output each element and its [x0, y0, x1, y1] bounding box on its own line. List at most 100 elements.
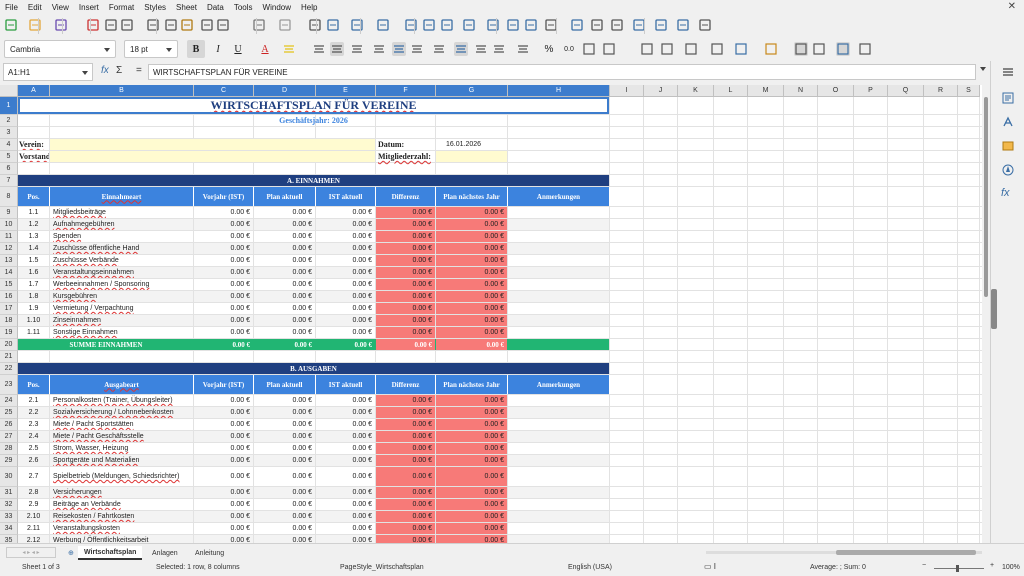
menu-view[interactable]: View	[52, 3, 69, 12]
item-name[interactable]: Werbeeinnahmen / Sponsoring	[50, 279, 193, 290]
header-footer-icon[interactable]	[610, 18, 624, 32]
row-header-13[interactable]: 13	[0, 255, 18, 267]
row-header-8[interactable]: 8	[0, 187, 18, 207]
expense-header-2[interactable]: Vorjahr (IST)	[194, 375, 254, 394]
row-header-25[interactable]: 25	[0, 407, 18, 419]
amount-cell[interactable]: 0.00 €	[194, 267, 253, 278]
amount-cell[interactable]: 0.00 €	[254, 243, 315, 254]
amount-cell[interactable]: 0.00 €	[254, 431, 315, 442]
notes-cell[interactable]	[508, 219, 609, 230]
position-number[interactable]: 2.11	[18, 523, 49, 534]
amount-cell[interactable]: 0.00 €	[194, 455, 253, 466]
row-header-2[interactable]: 2	[0, 115, 18, 127]
item-name[interactable]: Beiträge an Verbände	[50, 499, 193, 510]
amount-cell[interactable]: 0.00 €	[194, 535, 253, 543]
font-name-box[interactable]: Cambria	[4, 40, 116, 58]
amount-cell[interactable]: 0.00 €	[194, 243, 253, 254]
row-header-24[interactable]: 24	[0, 395, 18, 407]
amount-cell[interactable]: 0.00 €	[436, 315, 507, 326]
amount-cell[interactable]: 0.00 €	[194, 443, 253, 454]
row-header-12[interactable]: 12	[0, 243, 18, 255]
amount-cell[interactable]: 0.00 €	[436, 291, 507, 302]
amount-cell[interactable]: 0.00 €	[436, 267, 507, 278]
income-header-6[interactable]: Plan nächstes Jahr	[436, 187, 508, 206]
zoom-level[interactable]: 100%	[1002, 564, 1020, 571]
row-header-35[interactable]: 35	[0, 535, 18, 543]
amount-cell[interactable]: 0.00 €	[194, 419, 253, 430]
amount-cell[interactable]: 0.00 €	[316, 327, 375, 338]
notes-cell[interactable]	[508, 207, 609, 218]
item-name[interactable]: Veranstaltungseinnahmen	[50, 267, 193, 278]
item-name[interactable]: Mitgliedsbeiträge	[50, 207, 193, 218]
item-name[interactable]: Zuschüsse öffentliche Hand	[50, 243, 193, 254]
item-name[interactable]: Veranstaltungskosten	[50, 523, 193, 534]
item-name[interactable]: Spielbetrieb (Meldungen, Schiedsrichter)	[50, 467, 193, 486]
amount-cell[interactable]: 0.00 €	[254, 467, 315, 486]
align-top-icon[interactable]	[372, 42, 386, 56]
expense-header-5[interactable]: Differenz	[376, 375, 436, 394]
hyperlink-icon[interactable]	[570, 18, 584, 32]
amount-cell[interactable]: 0.00 €	[254, 511, 315, 522]
position-number[interactable]: 2.10	[18, 511, 49, 522]
zoom-out-icon[interactable]: −	[922, 562, 926, 569]
amount-cell[interactable]: 0.00 €	[436, 231, 507, 242]
item-name[interactable]: Sonstige Einnahmen	[50, 327, 193, 338]
expand-formula-icon[interactable]	[980, 67, 986, 71]
zoom-in-icon[interactable]: +	[990, 562, 994, 569]
row-header-5[interactable]: 5	[0, 151, 18, 163]
amount-cell[interactable]: 0.00 €	[316, 407, 375, 418]
borders-icon[interactable]	[684, 42, 698, 56]
amount-cell[interactable]: 0.00 €	[316, 487, 375, 498]
expense-header-6[interactable]: Plan nächstes Jahr	[436, 375, 508, 394]
split-window-icon[interactable]	[676, 18, 690, 32]
wrap-text-icon[interactable]	[432, 42, 446, 56]
menu-edit[interactable]: Edit	[28, 3, 42, 12]
vertical-text-icon[interactable]	[836, 42, 850, 56]
amount-cell[interactable]: 0.00 €	[254, 443, 315, 454]
position-number[interactable]: 1.10	[18, 315, 49, 326]
language[interactable]: English (USA)	[568, 564, 612, 571]
amount-cell[interactable]: 0.00 €	[194, 523, 253, 534]
column-header-c[interactable]: C	[194, 85, 254, 97]
rtl-icon[interactable]	[812, 42, 826, 56]
amount-cell[interactable]: 0.00 €	[316, 279, 375, 290]
amount-cell[interactable]: 0.00 €	[316, 431, 375, 442]
notes-cell[interactable]	[508, 419, 609, 430]
amount-cell[interactable]: 0.00 €	[194, 499, 253, 510]
amount-cell[interactable]: 0.00 €	[316, 535, 375, 543]
italic-button[interactable]: I	[209, 40, 227, 58]
zoom-slider-knob[interactable]	[956, 565, 959, 572]
amount-cell[interactable]: 0.00 €	[376, 535, 435, 543]
mitglieder-input[interactable]	[436, 151, 507, 162]
column-header-i[interactable]: I	[610, 85, 644, 97]
item-name[interactable]: Sozialversicherung / Lohnnebenkosten	[50, 407, 193, 418]
amount-cell[interactable]: 0.00 €	[254, 455, 315, 466]
amount-cell[interactable]: 0.00 €	[376, 207, 435, 218]
sum-amount-cell[interactable]: 0.00 €	[194, 339, 253, 350]
column-header-p[interactable]: P	[854, 85, 888, 97]
column-header-b[interactable]: B	[50, 85, 194, 97]
amount-cell[interactable]: 0.00 €	[194, 255, 253, 266]
amount-cell[interactable]: 0.00 €	[254, 315, 315, 326]
find-replace-icon[interactable]	[308, 18, 322, 32]
amount-cell[interactable]: 0.00 €	[436, 243, 507, 254]
amount-cell[interactable]: 0.00 €	[194, 279, 253, 290]
tab-navigation[interactable]: ◂ ▸ ◂ ▸	[6, 547, 56, 558]
align-center-icon[interactable]	[330, 42, 344, 56]
sum-icon[interactable]: Σ	[116, 65, 122, 76]
position-number[interactable]: 1.5	[18, 255, 49, 266]
row-header-7[interactable]: 7	[0, 175, 18, 187]
functions-icon[interactable]: fx	[1001, 187, 1015, 201]
position-number[interactable]: 1.1	[18, 207, 49, 218]
insert-image-icon[interactable]	[486, 18, 500, 32]
item-name[interactable]: Vermietung / Verpachtung	[50, 303, 193, 314]
amount-cell[interactable]: 0.00 €	[254, 279, 315, 290]
amount-cell[interactable]: 0.00 €	[316, 443, 375, 454]
column-header-l[interactable]: L	[714, 85, 748, 97]
amount-cell[interactable]: 0.00 €	[436, 511, 507, 522]
page-style[interactable]: PageStyle_Wirtschaftsplan	[340, 564, 424, 571]
amount-cell[interactable]: 0.00 €	[436, 407, 507, 418]
amount-cell[interactable]: 0.00 €	[254, 291, 315, 302]
row-header-21[interactable]: 21	[0, 351, 18, 363]
close-document-icon[interactable]: ✕	[1008, 1, 1016, 12]
